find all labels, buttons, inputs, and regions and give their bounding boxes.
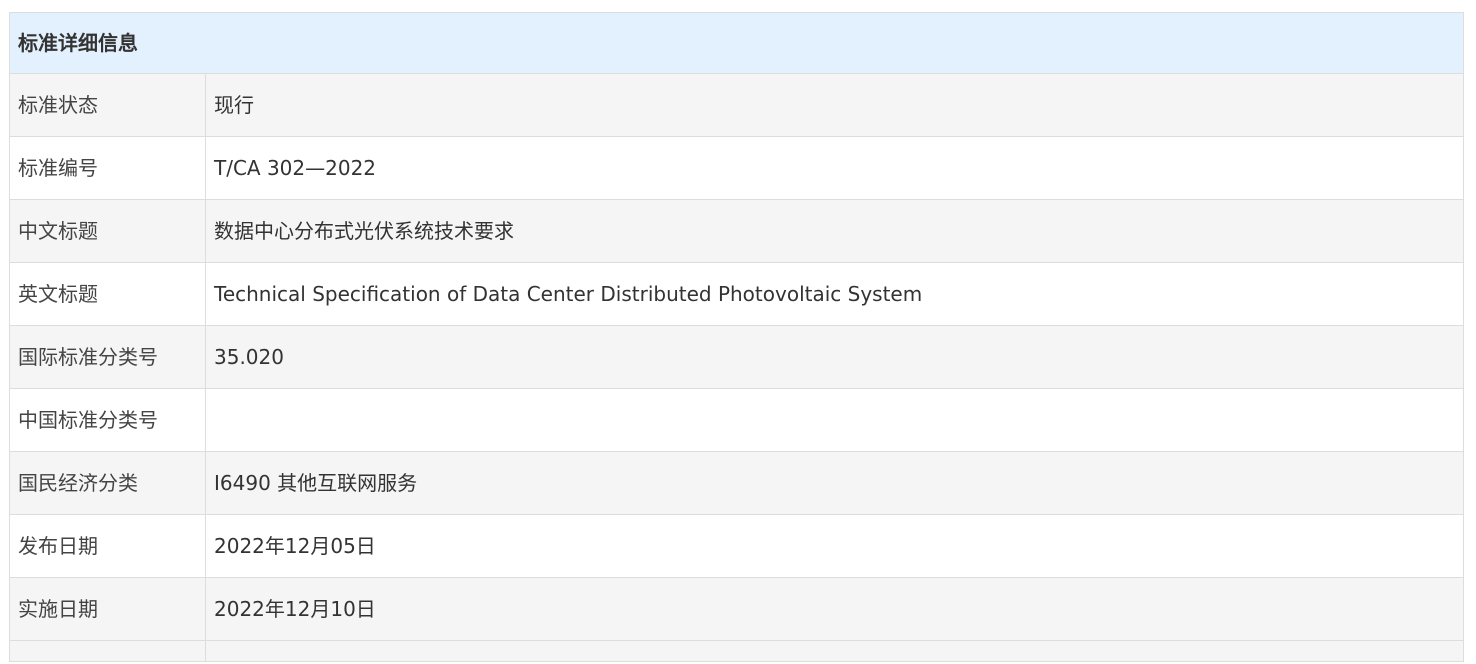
table-row-effective-date: 实施日期 2022年12月10日	[9, 577, 1464, 641]
table-row-publish-date: 发布日期 2022年12月05日	[9, 514, 1464, 578]
table-row-status: 标准状态 现行	[9, 73, 1464, 137]
table-header-row: 标准详细信息	[9, 12, 1464, 74]
row-label: 发布日期	[9, 514, 206, 578]
row-label: 标准状态	[9, 73, 206, 137]
table-row-number: 标准编号 T/CA 302—2022	[9, 136, 1464, 200]
row-value: I6490 其他互联网服务	[205, 451, 1464, 515]
table-row-economy-class: 国民经济分类 I6490 其他互联网服务	[9, 451, 1464, 515]
row-label: 国民经济分类	[9, 451, 206, 515]
row-label: 中国标准分类号	[9, 388, 206, 452]
standard-detail-table: 标准详细信息 标准状态 现行 标准编号 T/CA 302—2022 中文标题 数…	[9, 12, 1464, 662]
table-row-ccs: 中国标准分类号	[9, 388, 1464, 452]
row-label: 中文标题	[9, 199, 206, 263]
row-value	[205, 388, 1464, 452]
row-value: T/CA 302—2022	[205, 136, 1464, 200]
row-value: 现行	[205, 73, 1464, 137]
table-row-cn-title: 中文标题 数据中心分布式光伏系统技术要求	[9, 199, 1464, 263]
row-value: 2022年12月10日	[205, 577, 1464, 641]
row-value: Technical Specification of Data Center D…	[205, 262, 1464, 326]
row-value-empty	[205, 640, 1464, 662]
row-label: 标准编号	[9, 136, 206, 200]
table-row-en-title: 英文标题 Technical Specification of Data Cen…	[9, 262, 1464, 326]
row-value: 35.020	[205, 325, 1464, 389]
row-label: 英文标题	[9, 262, 206, 326]
row-value: 2022年12月05日	[205, 514, 1464, 578]
table-row-cutoff	[9, 640, 1464, 662]
row-value: 数据中心分布式光伏系统技术要求	[205, 199, 1464, 263]
row-label-empty	[9, 640, 206, 662]
row-label: 实施日期	[9, 577, 206, 641]
table-title: 标准详细信息	[9, 12, 1464, 74]
row-label: 国际标准分类号	[9, 325, 206, 389]
table-row-ics: 国际标准分类号 35.020	[9, 325, 1464, 389]
